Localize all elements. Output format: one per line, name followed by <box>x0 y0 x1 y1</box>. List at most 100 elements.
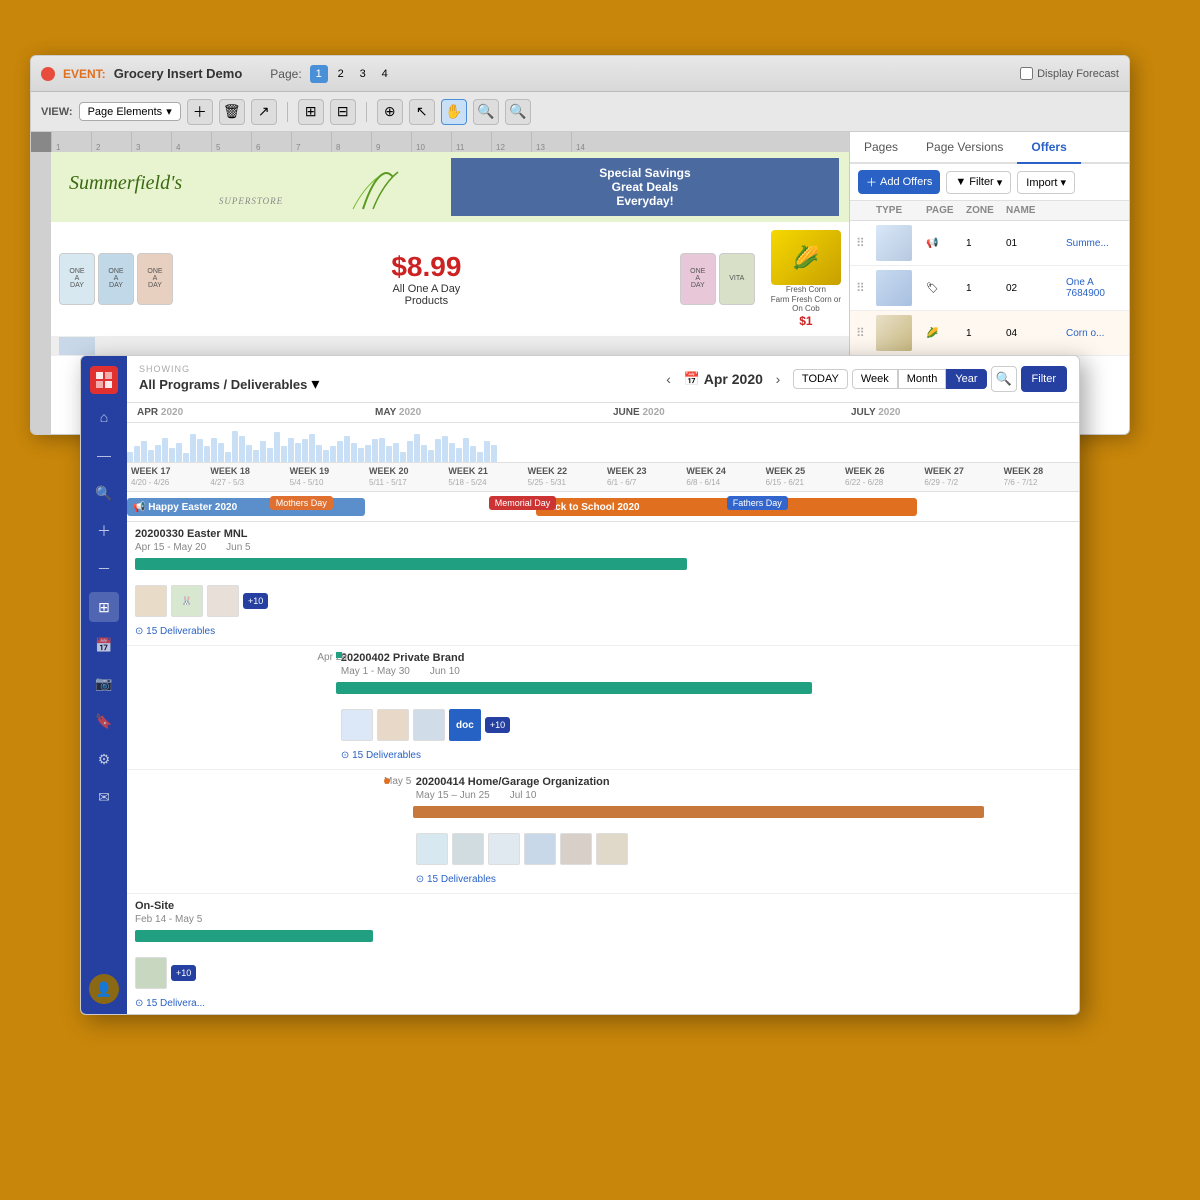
private-bar <box>336 682 812 694</box>
bar <box>267 448 273 462</box>
onsite-deliverables[interactable]: ⊙ 15 Delivera... <box>135 993 1071 1011</box>
offer-row[interactable]: ⠿ 📢 1 01 Summe... <box>850 221 1129 266</box>
corn-image: 🌽 <box>771 230 841 285</box>
onsite-thumb-1 <box>135 957 167 989</box>
tab-pages[interactable]: Pages <box>850 132 912 162</box>
private-deliverables[interactable]: ⊙ 15 Deliverables <box>341 745 1071 763</box>
week-24: WEEK 24 6/8 - 6/14 <box>682 466 761 488</box>
week-28: WEEK 28 7/6 - 7/12 <box>1000 466 1079 488</box>
private-date-range: May 1 - May 30 <box>341 666 410 677</box>
pe-titlebar: EVENT: Grocery Insert Demo Page: 1 2 3 4… <box>31 56 1129 92</box>
zoom-in-button[interactable]: 🔍 <box>473 99 499 125</box>
private-start-marker: Apr 28 <box>317 652 346 663</box>
sidebar-search-icon[interactable]: 🔍 <box>89 478 119 508</box>
month-apr: APR 2020 <box>127 407 365 418</box>
filter-button[interactable]: ▼ Filter ▾ <box>946 171 1011 194</box>
drag-handle[interactable]: ⠿ <box>856 236 876 250</box>
calendar-search-button[interactable]: 🔍 <box>991 366 1017 392</box>
zoom-out-button[interactable]: 🔍 <box>505 99 531 125</box>
offer-page: 1 <box>966 238 1006 249</box>
page-3[interactable]: 3 <box>354 65 372 83</box>
sidebar-bookmark-icon[interactable]: 🔖 <box>89 706 119 736</box>
offer-row[interactable]: ⠿ 🏷 1 02 One A7684900 <box>850 266 1129 311</box>
import-button[interactable]: Import ▾ <box>1017 171 1075 194</box>
bar <box>197 439 203 462</box>
fathers-day-badge[interactable]: Fathers Day <box>727 496 788 510</box>
calendar-nav: ‹ 📅 Apr 2020 › TODAY Week Month Year 🔍 F… <box>658 366 1067 392</box>
sidebar-home-icon[interactable]: ⌂ <box>89 402 119 432</box>
calendar-icon: 📅 <box>684 371 700 387</box>
app-logo[interactable] <box>90 366 118 394</box>
bar <box>386 446 392 462</box>
memorial-day-badge[interactable]: Memorial Day <box>489 496 557 510</box>
easter-thumb-3 <box>207 585 239 617</box>
drag-handle[interactable]: ⠿ <box>856 326 876 340</box>
cursor-tool[interactable]: ↖ <box>409 99 435 125</box>
close-button[interactable] <box>41 67 55 81</box>
bar <box>141 441 147 462</box>
bar <box>365 445 371 463</box>
logo-icon <box>95 371 113 389</box>
today-button[interactable]: TODAY <box>793 369 848 389</box>
onsite-deliverables-link[interactable]: ⊙ 15 Delivera... <box>135 998 205 1009</box>
prev-arrow[interactable]: ‹ <box>658 368 680 390</box>
month-view-btn[interactable]: Month <box>898 369 947 389</box>
page-2[interactable]: 2 <box>332 65 350 83</box>
arrow-tool[interactable]: ↗ <box>251 99 277 125</box>
offer-row[interactable]: ⠿ 🌽 1 04 Corn o... <box>850 311 1129 356</box>
easter-more[interactable]: +10 <box>243 593 268 609</box>
bar <box>372 439 378 462</box>
grid-tool-1[interactable]: ⊞ <box>298 99 324 125</box>
onsite-row: On-Site Feb 14 - May 5 +10 ⊙ 15 Delivera… <box>127 894 1079 1014</box>
sidebar-calendar-icon[interactable]: 📅 <box>89 630 119 660</box>
sidebar-mail-icon[interactable]: ✉ <box>89 782 119 812</box>
sidebar-minus-icon[interactable]: — <box>89 440 119 470</box>
offer-name[interactable]: Corn o... <box>1066 328 1123 339</box>
view-buttons: Week Month Year <box>852 369 987 389</box>
onsite-more[interactable]: +10 <box>171 965 196 981</box>
bar <box>176 443 182 462</box>
easter-deliverables-link[interactable]: ⊙ 15 Deliverables <box>135 626 215 637</box>
display-forecast-toggle[interactable]: Display Forecast <box>1020 67 1119 80</box>
bar <box>288 438 294 463</box>
grid-tool-2[interactable]: ⊟ <box>330 99 356 125</box>
panel-toolbar: ＋ Add Offers ▼ Filter ▾ Import ▾ <box>850 164 1129 201</box>
sidebar-settings-icon[interactable]: ⚙ <box>89 744 119 774</box>
hand-tool[interactable]: ✋ <box>441 99 467 125</box>
add-offers-button[interactable]: ＋ Add Offers <box>858 170 940 194</box>
view-select[interactable]: Page Elements ▾ <box>79 102 181 121</box>
delete-button[interactable]: 🗑 <box>219 99 245 125</box>
drag-handle[interactable]: ⠿ <box>856 281 876 295</box>
sidebar-grid-icon[interactable]: ⊞ <box>89 592 119 622</box>
program-select-label: All Programs / Deliverables <box>139 377 307 392</box>
bar <box>309 434 315 462</box>
next-arrow[interactable]: › <box>767 368 789 390</box>
offer-type-icon: 📢 <box>926 238 966 249</box>
home-deliverables-link[interactable]: ⊙ 15 Deliverables <box>416 874 496 885</box>
user-avatar[interactable]: 👤 <box>89 974 119 1004</box>
display-forecast-checkbox[interactable] <box>1020 67 1033 80</box>
crosshair-tool[interactable]: ⊕ <box>377 99 403 125</box>
week-21: WEEK 21 5/18 - 5/24 <box>444 466 523 488</box>
easter-thumbnails: 🐰 +10 <box>135 585 1071 617</box>
mothers-day-badge[interactable]: Mothers Day <box>270 496 333 510</box>
sidebar-camera-icon[interactable]: 📷 <box>89 668 119 698</box>
program-select-container[interactable]: All Programs / Deliverables ▾ <box>139 374 319 394</box>
easter-deliverables[interactable]: ⊙ 15 Deliverables <box>135 621 1071 639</box>
sidebar-add-icon[interactable]: ＋ <box>89 516 119 546</box>
offer-name[interactable]: Summe... <box>1066 238 1123 249</box>
add-element-button[interactable]: ＋ <box>187 99 213 125</box>
home-deliverables[interactable]: ⊙ 15 Deliverables <box>416 869 1071 887</box>
week-view-btn[interactable]: Week <box>852 369 898 389</box>
private-more[interactable]: +10 <box>485 717 510 733</box>
week-25: WEEK 25 6/15 - 6/21 <box>762 466 841 488</box>
tab-offers[interactable]: Offers <box>1017 132 1080 164</box>
calendar-filter-button[interactable]: Filter <box>1021 366 1067 392</box>
page-4[interactable]: 4 <box>376 65 394 83</box>
sidebar-minus2-icon[interactable]: － <box>89 554 119 584</box>
page-1[interactable]: 1 <box>310 65 328 83</box>
private-deliverables-link[interactable]: ⊙ 15 Deliverables <box>341 750 421 761</box>
year-view-btn[interactable]: Year <box>946 369 986 389</box>
offer-name[interactable]: One A7684900 <box>1066 277 1123 299</box>
tab-page-versions[interactable]: Page Versions <box>912 132 1017 162</box>
